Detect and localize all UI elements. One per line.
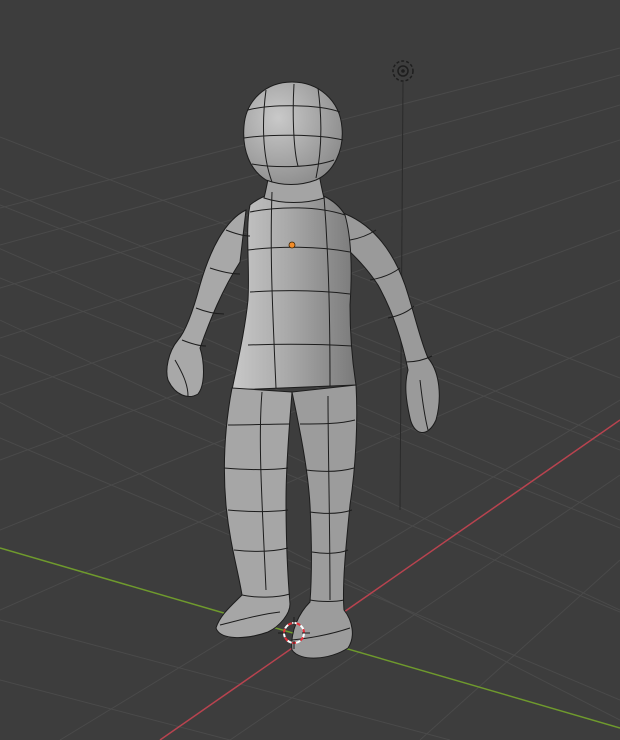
character-mesh[interactable]	[166, 81, 440, 659]
right-leg	[291, 384, 358, 659]
left-arm	[166, 209, 247, 397]
viewport-canvas[interactable]	[0, 0, 620, 740]
object-origin-dot[interactable]	[288, 241, 296, 249]
torso	[231, 189, 357, 391]
left-leg	[215, 387, 293, 638]
3d-viewport[interactable]	[0, 0, 620, 740]
